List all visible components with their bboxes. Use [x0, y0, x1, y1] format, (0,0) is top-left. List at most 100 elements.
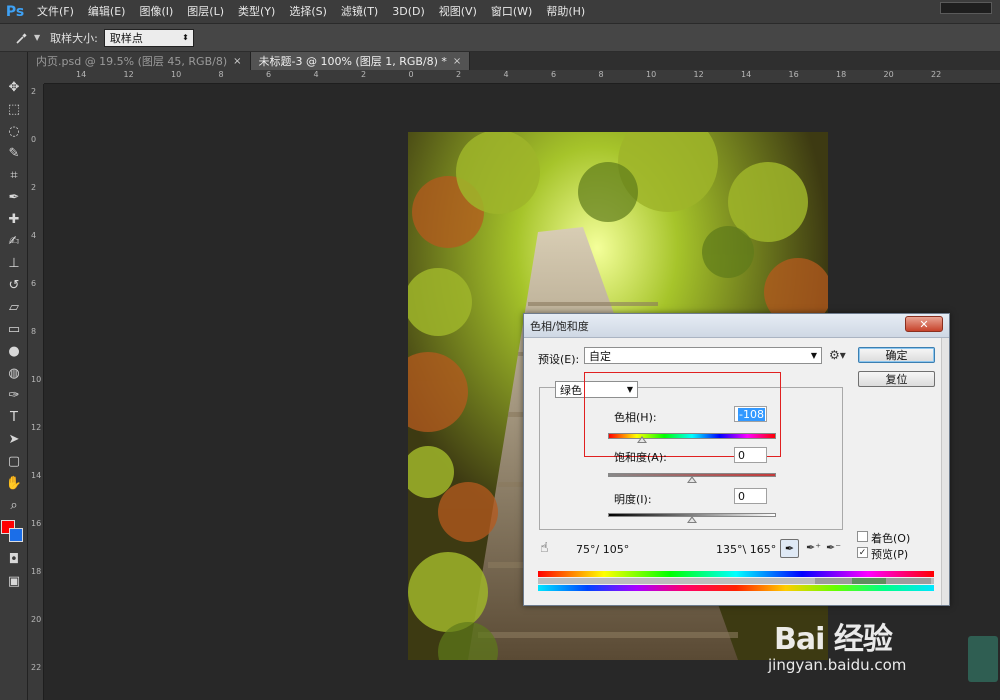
workspace-indicator[interactable]	[940, 2, 992, 14]
preview-checkbox[interactable]: ✓	[857, 547, 868, 558]
chevron-down-icon[interactable]: ▼	[34, 33, 40, 42]
hand-adjust-icon[interactable]: ☝	[540, 540, 549, 556]
add-eyedropper-icon[interactable]: ✒⁺	[806, 541, 821, 554]
eyedropper-tool-icon[interactable]: ✒	[0, 186, 28, 208]
ruler-tick-label: 6	[31, 279, 37, 288]
menu-item[interactable]: 图层(L)	[180, 0, 231, 24]
gradient-tool-icon[interactable]: ▭	[0, 318, 28, 340]
ruler-tick-label: 14	[76, 70, 87, 79]
lightness-input[interactable]: 0	[734, 488, 767, 504]
stamp-tool-icon[interactable]: ⊥	[0, 252, 28, 274]
document-tabs: 内页.psd @ 19.5% (图层 45, RGB/8) × 未标题-3 @ …	[28, 52, 1000, 70]
menu-item[interactable]: 类型(Y)	[231, 0, 282, 24]
ruler-tick-label: 14	[741, 70, 752, 79]
tab-label: 内页.psd @ 19.5% (图层 45, RGB/8)	[36, 55, 228, 68]
menu-item[interactable]: 3D(D)	[385, 0, 432, 24]
dialog-scrollbar[interactable]	[941, 338, 949, 605]
baidu-watermark: Bai 经验 jingyan.baidu.com	[762, 596, 962, 686]
vertical-ruler: 2 0 2 4 6 8 10 12 14 16 18 20 22	[28, 84, 44, 700]
horizontal-ruler: 14 12 10 8 6 4 2 0 2 4 6 8 10 12 14 16 18 20 22	[44, 70, 1000, 84]
range-left-readout: 75°/ 105°	[576, 543, 630, 556]
eraser-tool-icon[interactable]: ▱	[0, 296, 28, 318]
color-bar-top	[538, 571, 934, 577]
menu-bar: Ps 文件(F) 编辑(E) 图像(I) 图层(L) 类型(Y) 选择(S) 滤镜(T) 3D…	[0, 0, 1000, 24]
menu-item[interactable]: 文件(F)	[30, 0, 81, 24]
crop-tool-icon[interactable]: ⌗	[0, 164, 28, 186]
range-right-readout: 135°\ 165°	[716, 543, 777, 556]
subtract-eyedropper-icon[interactable]: ✒⁻	[826, 541, 841, 554]
screen-mode-icon[interactable]: ▣	[0, 570, 28, 592]
menu-item[interactable]: 视图(V)	[432, 0, 484, 24]
blur-tool-icon[interactable]: ●	[0, 340, 28, 362]
preset-label: 预设(E):	[538, 353, 580, 366]
menu-item[interactable]: 滤镜(T)	[334, 0, 385, 24]
marquee-tool-icon[interactable]: ⬚	[0, 98, 28, 120]
saturation-label: 饱和度(A):	[614, 451, 667, 464]
ruler-tick-label: 2	[456, 70, 462, 79]
hue-input[interactable]: -108	[734, 406, 767, 422]
quick-select-tool-icon[interactable]: ✎	[0, 142, 28, 164]
ruler-tick-label: 0	[408, 70, 414, 79]
preset-select[interactable]: 自定 ▼	[584, 347, 822, 364]
updown-arrows-icon: ⬍	[182, 33, 189, 42]
hue-label: 色相(H):	[614, 411, 657, 424]
dialog-title-bar[interactable]: 色相/饱和度 ✕	[524, 314, 949, 338]
healing-tool-icon[interactable]: ✚	[0, 208, 28, 230]
zoom-tool-icon[interactable]: ⌕	[0, 494, 28, 516]
menu-item[interactable]: 窗口(W)	[484, 0, 539, 24]
tab-document-2[interactable]: 未标题-3 @ 100% (图层 1, RGB/8) * ×	[250, 52, 471, 70]
pen-tool-icon[interactable]: ✑	[0, 384, 28, 406]
background-color-swatch[interactable]	[9, 528, 23, 542]
ruler-tick-label: 6	[551, 70, 557, 79]
options-bar: ▼ 取样大小: 取样点 ⬍	[0, 24, 1000, 52]
preset-value: 自定	[589, 349, 611, 363]
dodge-tool-icon[interactable]: ◍	[0, 362, 28, 384]
saturation-slider-thumb[interactable]	[687, 476, 697, 483]
ruler-tick-label: 18	[31, 567, 42, 576]
path-select-tool-icon[interactable]: ➤	[0, 428, 28, 450]
tab-document-1[interactable]: 内页.psd @ 19.5% (图层 45, RGB/8) ×	[28, 52, 251, 70]
close-icon[interactable]: ×	[233, 56, 241, 67]
sample-size-value: 取样点	[109, 31, 143, 45]
close-icon[interactable]: ×	[453, 56, 461, 67]
lightness-slider-thumb[interactable]	[687, 516, 697, 523]
brush-tool-icon[interactable]: ✍	[0, 230, 28, 252]
close-button[interactable]: ✕	[905, 316, 943, 332]
hue-value: -108	[738, 407, 765, 421]
history-brush-icon[interactable]: ↺	[0, 274, 28, 296]
move-tool-icon[interactable]: ✥	[0, 76, 28, 98]
ruler-tick-label: 10	[31, 375, 42, 384]
color-bar-bottom	[538, 585, 934, 591]
menu-item[interactable]: 帮助(H)	[539, 0, 592, 24]
eyedropper-button[interactable]: ✒	[780, 539, 799, 558]
reset-button[interactable]: 复位	[858, 371, 935, 387]
gear-icon[interactable]: ⚙▾	[829, 348, 846, 362]
menu-item[interactable]: 编辑(E)	[81, 0, 133, 24]
colorize-checkbox[interactable]	[857, 531, 868, 542]
watermark-brand: Bai 经验	[774, 622, 893, 657]
ruler-tick-label: 22	[931, 70, 942, 79]
ruler-tick-label: 4	[31, 231, 37, 240]
hue-slider-thumb[interactable]	[636, 436, 647, 443]
ruler-tick-label: 2	[31, 87, 37, 96]
tools-panel: ✥ ⬚ ◌ ✎ ⌗ ✒ ✚ ✍ ⊥ ↺ ▱ ▭ ● ◍ ✑ T ➤ ▢ ✋ ⌕ …	[0, 52, 28, 700]
hue-slider-track[interactable]	[608, 433, 776, 439]
ok-button[interactable]: 确定	[858, 347, 935, 363]
hue-saturation-dialog: 色相/饱和度 ✕ 预设(E): 自定 ▼ ⚙▾ 确定 复位 绿色 ▼ 色相(H)…	[523, 313, 950, 606]
menu-item[interactable]: 选择(S)	[282, 0, 334, 24]
hand-tool-icon[interactable]: ✋	[0, 472, 28, 494]
ruler-tick-label: 14	[31, 471, 42, 480]
lasso-tool-icon[interactable]: ◌	[0, 120, 28, 142]
menu-item[interactable]: 图像(I)	[132, 0, 180, 24]
type-tool-icon[interactable]: T	[0, 406, 28, 428]
ruler-tick-label: 8	[218, 70, 224, 79]
ruler-tick-label: 8	[31, 327, 37, 336]
ruler-tick-label: 18	[836, 70, 847, 79]
color-range-bar[interactable]	[538, 578, 934, 584]
ruler-tick-label: 2	[361, 70, 367, 79]
quick-mask-icon[interactable]: ◘	[0, 548, 28, 570]
shape-tool-icon[interactable]: ▢	[0, 450, 28, 472]
saturation-input[interactable]: 0	[734, 447, 767, 463]
sample-size-select[interactable]: 取样点 ⬍	[103, 28, 194, 47]
eyedropper-icon[interactable]	[10, 26, 34, 50]
